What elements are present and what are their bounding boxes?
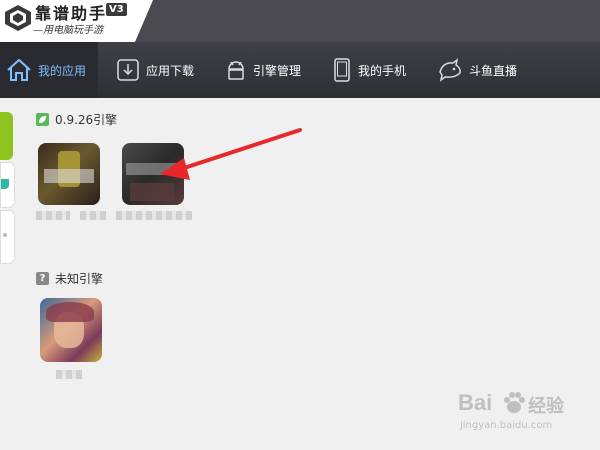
watermark: Bai 经验 jingyan.baidu.com [458, 390, 598, 438]
watermark-brand: Bai [458, 390, 493, 415]
watermark-brand2: 经验 [528, 396, 564, 417]
red-arrow-annotation [160, 128, 302, 180]
paw-icon [504, 392, 525, 413]
watermark-url: jingyan.baidu.com [460, 420, 553, 431]
